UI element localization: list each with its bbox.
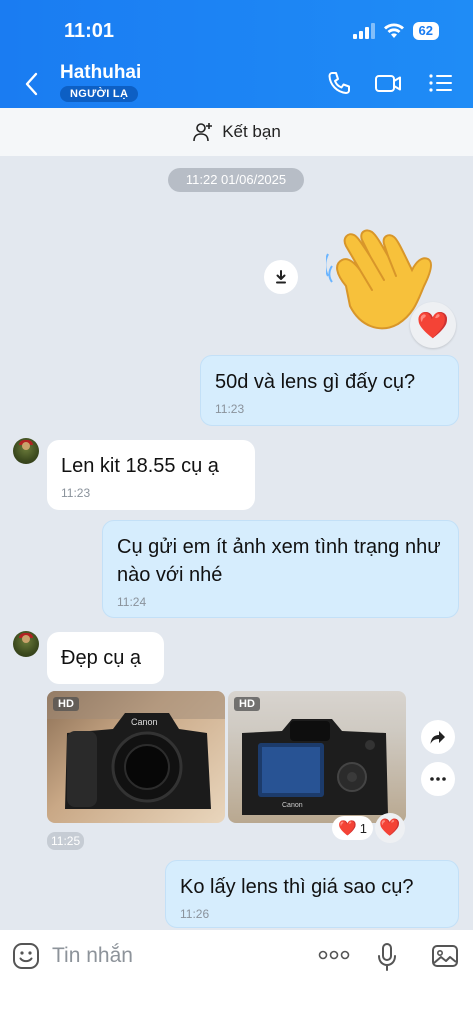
signal-icon [352,23,375,39]
message-time: 11:23 [61,486,91,500]
heart-reaction-icon[interactable]: ❤️ [410,302,456,348]
heart-icon: ❤️ [379,818,401,837]
message-text: Ko lấy lens thì giá sao cụ? [180,876,414,898]
share-icon [430,731,445,744]
message-text: 50d và lens gì đấy cụ? [215,371,416,393]
avatar[interactable] [13,631,39,657]
reaction-summary[interactable]: ❤️ 1 [332,816,373,840]
chat-header: 11:01 62 Hathuhai NGƯỜI LẠ [0,0,473,108]
reaction-count: 1 [359,820,367,836]
photo-camera-front[interactable]: Canon HD [47,691,225,823]
wifi-icon [383,23,404,38]
video-icon[interactable] [373,68,403,98]
status-icons: 62 [352,22,439,40]
battery-indicator: 62 [412,22,439,40]
message-text: Len kit 18.55 cụ ạ [61,455,219,477]
camera-brand-text: Canon [131,717,158,727]
message-bubble-out[interactable]: Ko lấy lens thì giá sao cụ? 11:26 [165,860,459,928]
add-friend-label: Kết bạn [222,122,281,141]
message-bubble-in[interactable]: Len kit 18.55 cụ ạ 11:23 [47,440,255,510]
message-text: Đẹp cụ ạ [61,647,142,669]
date-separator: 11:22 01/06/2025 [168,168,304,192]
message-time: 11:23 [215,402,245,416]
react-heart-button[interactable]: ❤️ [375,813,405,843]
more-options-icon[interactable] [318,950,350,960]
message-time: 11:24 [117,595,147,609]
photo-time: 11:25 [47,832,85,850]
hd-badge: HD [53,697,79,711]
message-input[interactable]: Tin nhắn [52,944,133,968]
contact-name[interactable]: Hathuhai [60,62,141,84]
emoji-icon[interactable] [12,942,40,970]
download-button[interactable] [264,260,298,294]
image-icon[interactable] [431,942,459,970]
microphone-icon[interactable] [376,942,398,972]
add-user-icon [193,123,213,142]
heart-icon: ❤️ [338,820,357,837]
message-bubble-out[interactable]: 50d và lens gì đấy cụ? 11:23 [200,355,459,426]
hd-badge: HD [234,697,260,711]
more-options-button[interactable] [421,762,455,796]
camera-brand-text: Canon [282,802,303,809]
status-time: 11:01 [64,20,115,42]
message-time: 11:26 [180,907,210,921]
back-icon[interactable] [20,70,44,98]
sticker-reaction: ❤️ [416,309,450,340]
avatar[interactable] [13,438,39,464]
add-friend-button[interactable]: Kết bạn [0,108,473,156]
message-bubble-out[interactable]: Cụ gửi em ít ảnh xem tình trạng như nào … [102,520,459,618]
message-text: Cụ gửi em ít ảnh xem tình trạng như nào … [117,536,441,586]
menu-icon[interactable] [426,68,456,98]
message-bubble-in[interactable]: Đẹp cụ ạ [47,632,164,684]
download-icon [276,270,286,284]
share-button[interactable] [421,720,455,754]
stranger-badge: NGƯỜI LẠ [60,86,139,102]
phone-icon[interactable] [324,68,354,98]
photo-camera-back[interactable]: Canon HD [228,691,406,823]
more-icon [430,777,446,781]
